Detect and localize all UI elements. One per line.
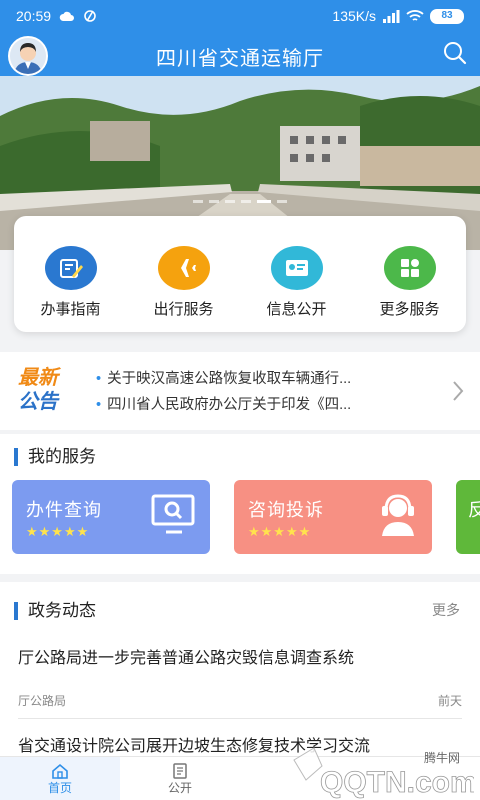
divider <box>18 718 462 719</box>
announcement-list: 关于映汉高速公路恢复收取车辆通行... 四川省人民政府办公厅关于印发《四... <box>96 366 442 418</box>
section-title-services: 我的服务 <box>14 448 96 466</box>
quick-action-label: 出行服务 <box>153 301 214 318</box>
app-header: 四川省交通运输厅 <box>0 32 480 76</box>
carousel-dot[interactable] <box>209 200 219 203</box>
watermark-logo: 腾牛网 QQTN.com <box>293 747 474 799</box>
airplane-icon <box>157 246 210 290</box>
quick-actions-card: 办事指南 出行服务 信息公开 更多服务 <box>14 216 466 332</box>
quick-action-guide[interactable]: 办事指南 <box>14 216 127 332</box>
network-speed: 135K/s <box>332 8 376 24</box>
my-services-section: 我的服务 办件查询 ★★★★★ 咨询投诉 ★★★★★ 反 <box>0 434 480 574</box>
search-icon[interactable] <box>442 40 468 66</box>
chevron-right-icon[interactable] <box>452 380 464 402</box>
announcement-logo-line2: 公告 <box>18 391 58 413</box>
home-icon <box>52 763 68 779</box>
quick-action-travel[interactable]: 出行服务 <box>127 216 240 332</box>
watermark-text2: QQTN.com <box>320 766 474 799</box>
page-title: 四川省交通运输厅 <box>156 48 324 70</box>
battery-indicator: 83 <box>430 8 464 24</box>
customer-service-icon <box>382 494 414 536</box>
nav-public[interactable]: 公开 <box>120 757 240 800</box>
news-item-title[interactable]: 厅公路局进一步完善普通公路灾毁信息调查系统 <box>18 644 354 668</box>
quick-action-info[interactable]: 信息公开 <box>240 216 353 332</box>
service-card-name: 反 <box>468 500 480 520</box>
service-card-name: 咨询投诉 <box>248 500 324 520</box>
quick-action-label: 办事指南 <box>40 301 101 318</box>
watermark-text1: 腾牛网 <box>424 750 460 765</box>
signal-icon <box>383 10 400 23</box>
cloud-icon <box>59 11 75 21</box>
notepad-icon <box>173 763 187 779</box>
carousel-indicators <box>0 200 480 203</box>
star-rating: ★★★★★ <box>248 524 312 539</box>
status-time: 20:59 <box>16 8 52 24</box>
news-item-source: 厅公路局 <box>18 694 67 708</box>
document-edit-icon <box>44 246 97 290</box>
carousel-dot[interactable] <box>277 200 287 203</box>
carousel-dot[interactable] <box>225 200 235 203</box>
service-card-consult[interactable]: 咨询投诉 ★★★★★ <box>234 480 432 554</box>
carousel-dot[interactable] <box>241 200 251 203</box>
quick-action-more[interactable]: 更多服务 <box>353 216 466 332</box>
announcement-logo: 最新 公告 <box>18 366 78 420</box>
announcement-item[interactable]: 四川省人民政府办公厅关于印发《四... <box>96 392 442 418</box>
more-link[interactable]: 更多 <box>432 600 460 620</box>
service-card-name: 办件查询 <box>26 500 102 520</box>
app-notify-icon <box>84 10 96 22</box>
monitor-search-icon <box>151 494 195 534</box>
announcement-logo-line1: 最新 <box>18 367 58 389</box>
service-card-feedback[interactable]: 反 <box>456 480 480 554</box>
quick-action-label: 信息公开 <box>266 301 327 318</box>
nav-home[interactable]: 首页 <box>0 757 120 800</box>
status-bar: 20:59 135K/s 83 <box>0 0 480 32</box>
announcement-item[interactable]: 关于映汉高速公路恢复收取车辆通行... <box>96 366 442 392</box>
carousel-dot-active[interactable] <box>257 200 271 203</box>
service-card-query[interactable]: 办件查询 ★★★★★ <box>12 480 210 554</box>
wifi-icon <box>406 10 424 21</box>
quick-action-label: 更多服务 <box>379 301 440 318</box>
news-item-time: 前天 <box>437 694 462 708</box>
star-rating: ★★★★★ <box>26 524 90 539</box>
announcement-bar[interactable]: 最新 公告 关于映汉高速公路恢复收取车辆通行... 四川省人民政府办公厅关于印发… <box>0 352 480 430</box>
news-section: 政务动态 更多 厅公路局进一步完善普通公路灾毁信息调查系统 厅公路局 前天 省交… <box>0 582 480 756</box>
carousel-dot[interactable] <box>193 200 203 203</box>
section-title-news: 政务动态 <box>14 602 96 620</box>
nav-label: 首页 <box>47 781 72 795</box>
id-card-icon <box>270 246 323 290</box>
grid-icon <box>383 246 436 290</box>
nav-label: 公开 <box>167 781 192 795</box>
